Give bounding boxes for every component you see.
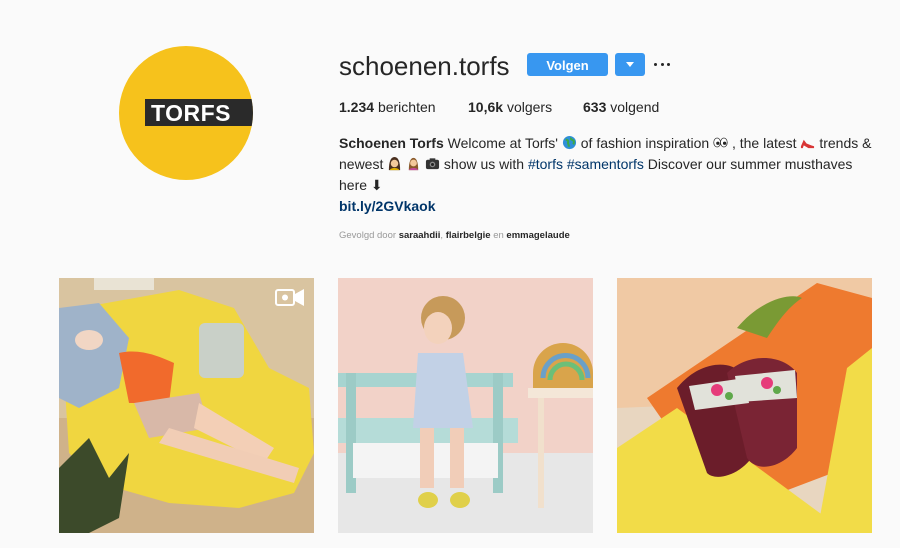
post-thumbnail-3[interactable]: [617, 278, 872, 533]
post-thumbnail-2[interactable]: [338, 278, 593, 533]
profile-bio: Schoenen Torfs Welcome at Torfs' of fash…: [339, 135, 872, 214]
follower-flairbelgie[interactable]: flairbelgie: [446, 230, 491, 241]
hashtag-torfs[interactable]: #torfs: [528, 156, 563, 172]
followed-by: Gevolgd door saraahdii, flairbelgie en e…: [339, 230, 570, 241]
following-stat[interactable]: 633 volgend: [583, 98, 659, 116]
suggestions-dropdown-button[interactable]: [615, 53, 645, 76]
follower-saraahdii[interactable]: saraahdii: [399, 230, 441, 241]
camera-icon: [425, 158, 440, 170]
dot-icon: [667, 62, 670, 66]
globe-icon: [562, 135, 576, 150]
dot-icon: [654, 62, 657, 66]
follow-button[interactable]: Volgen: [527, 53, 608, 76]
more-options-button[interactable]: [654, 55, 670, 73]
profile-username: schoenen.torfs: [339, 51, 510, 81]
woman-gesture-icon: [408, 157, 419, 171]
bio-link[interactable]: bit.ly/2GVkaok: [339, 198, 435, 214]
profile-avatar[interactable]: TORFS: [119, 46, 253, 180]
follower-emmagelaude[interactable]: emmagelaude: [506, 230, 569, 241]
avatar-logo-text: TORFS: [151, 100, 232, 126]
chevron-down-icon: [626, 62, 634, 67]
followers-stat[interactable]: 10,6k volgers: [468, 98, 552, 116]
woman-emoji-icon: [389, 156, 401, 171]
high-heel-icon: [801, 139, 815, 149]
posts-stat: 1.234 berichten: [339, 99, 436, 115]
bio-name: Schoenen Torfs: [339, 135, 444, 151]
post-thumbnail-1[interactable]: [59, 278, 314, 533]
dot-icon: [660, 62, 664, 66]
hashtag-samentorfs[interactable]: #samentorfs: [567, 156, 644, 172]
eyes-icon: [713, 137, 728, 148]
avatar-logo-band: TORFS: [145, 99, 253, 126]
